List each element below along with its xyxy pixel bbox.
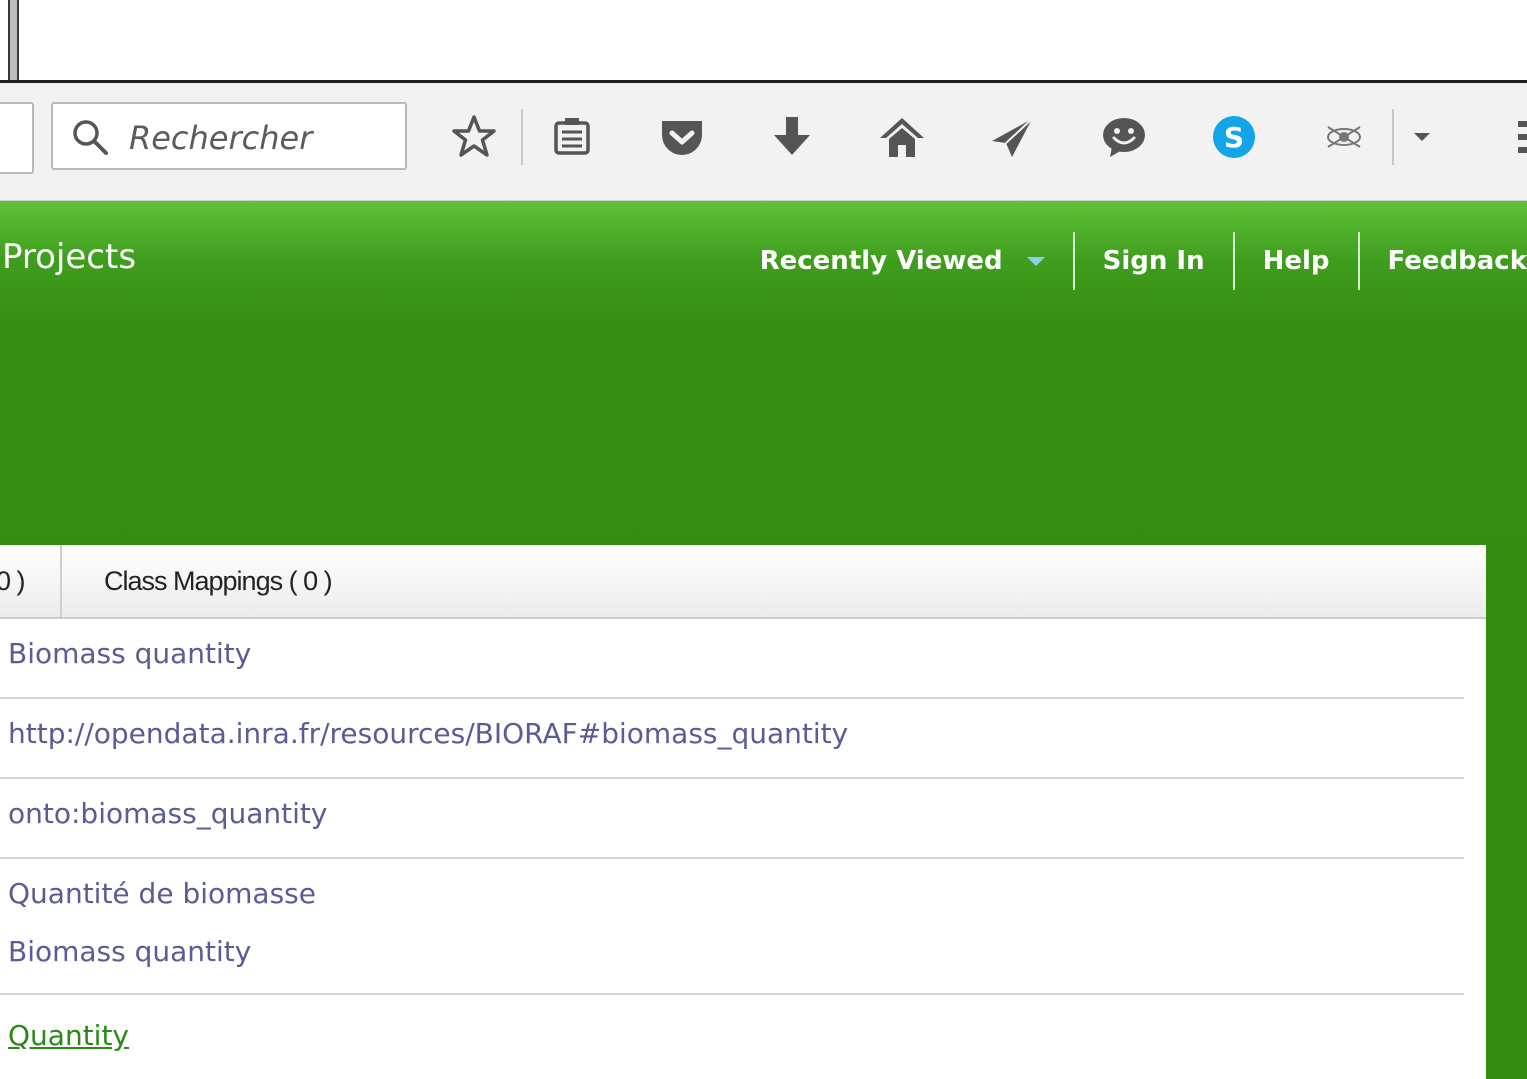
toolbar-separator [521,109,523,165]
sign-in-link[interactable]: Sign In [1075,246,1233,276]
reading-list-icon[interactable] [546,111,598,163]
skype-icon[interactable]: S [1208,111,1260,163]
menu-icon[interactable] [1508,111,1527,163]
star-icon[interactable] [448,111,500,163]
details-table: Biomass quantity http://opendata.inra.fr… [0,619,1464,1075]
table-row: Biomass quantity [0,619,1464,699]
svg-text:S: S [1224,121,1244,154]
window-top-area [0,0,1527,83]
extension-icon[interactable] [1318,111,1370,163]
table-row: http://opendata.inra.fr/resources/BIORAF… [0,699,1464,779]
search-icon [73,120,108,155]
label-en-value: Biomass quantity [8,935,252,968]
table-row: onto:biomass_quantity [0,779,1464,859]
chat-icon[interactable] [1098,111,1150,163]
recently-viewed-label: Recently Viewed [759,246,1003,276]
window-edge [8,0,19,80]
help-link[interactable]: Help [1235,246,1358,276]
browser-toolbar: S [0,83,1527,202]
tab-partial[interactable]: 0 ) [0,545,25,617]
search-box[interactable] [51,102,407,170]
tab-separator [60,545,62,617]
top-nav: Recently Viewed Sign In Help Feedback [732,231,1527,291]
table-row: Quantity [0,995,1464,1075]
url-bar[interactable] [0,102,34,174]
dropdown-icon[interactable] [1400,111,1444,163]
download-icon[interactable] [766,111,818,163]
class-details-panel: 0 ) Class Mappings ( 0 ) Biomass quantit… [0,545,1486,1079]
search-input[interactable] [127,112,401,164]
pocket-icon[interactable] [656,111,708,163]
send-icon[interactable] [986,111,1038,163]
feedback-link[interactable]: Feedback [1360,246,1527,276]
chevron-down-icon [1026,256,1045,266]
projects-link[interactable]: Projects [2,237,136,277]
label-fr-value: Quantité de biomasse [8,877,316,910]
parent-class-link[interactable]: Quantity [8,1007,1464,1065]
recently-viewed-menu[interactable]: Recently Viewed [732,246,1073,276]
details-tabs: 0 ) Class Mappings ( 0 ) [0,545,1486,619]
toolbar-separator [1392,109,1394,165]
prefixed-id-value: onto:biomass_quantity [8,797,328,830]
home-icon[interactable] [876,111,928,163]
pref-label-value: Biomass quantity [8,637,252,670]
table-row: Quantité de biomasse Biomass quantity [0,859,1464,995]
id-value[interactable]: http://opendata.inra.fr/resources/BIORAF… [8,705,1464,763]
tab-class-mappings[interactable]: Class Mappings ( 0 ) [104,545,333,617]
